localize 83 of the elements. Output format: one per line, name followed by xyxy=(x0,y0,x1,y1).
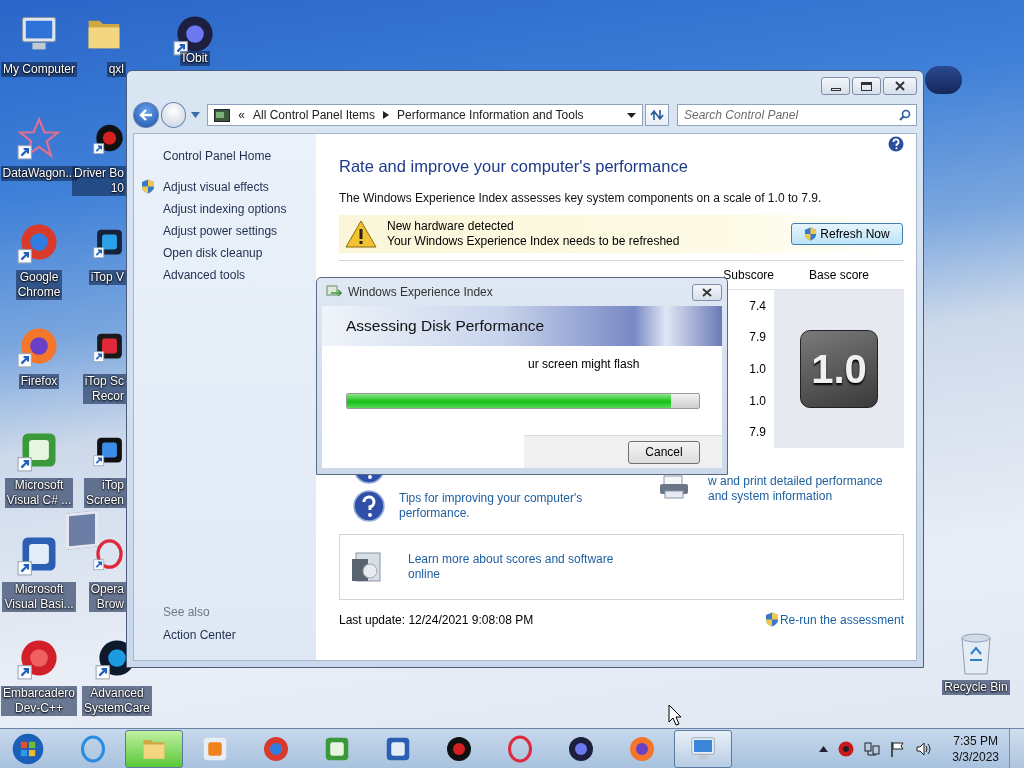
printer-icon xyxy=(658,474,690,500)
desktop-icon-label[interactable]: Advanced SystemCare xyxy=(82,686,152,716)
learn-more-link[interactable]: Learn more about scores and software online xyxy=(408,552,618,582)
desktop-icon-label[interactable]: Embarcadero Dev-C++ xyxy=(0,686,77,716)
maximize-button[interactable] xyxy=(852,77,881,95)
notice-message: Your Windows Experience Index needs to be refreshed xyxy=(387,234,681,249)
close-icon xyxy=(702,287,712,297)
column-header: Base score xyxy=(808,268,870,282)
search-field[interactable]: Search Control Panel xyxy=(677,104,917,126)
forward-button[interactable] xyxy=(160,102,187,128)
desktop-icon-label[interactable]: Opera Brow xyxy=(88,582,126,612)
desktop-icon-label[interactable]: IObit xyxy=(180,51,210,66)
desktop-icon-label[interactable]: Microsoft Visual Basi... xyxy=(2,582,76,612)
shield-icon xyxy=(764,612,779,627)
overflow-chevron[interactable]: « xyxy=(238,108,245,122)
refresh-now-button[interactable]: Refresh Now xyxy=(791,223,903,245)
desktop-icon-label[interactable]: Driver Bo 10 xyxy=(72,166,126,196)
back-button[interactable] xyxy=(133,102,159,128)
window-thumbnail xyxy=(66,510,98,550)
sidebar-link[interactable]: Adjust indexing options xyxy=(163,202,287,216)
desktop-icon-label[interactable]: Microsoft Visual C# ... xyxy=(4,478,74,508)
dropdown-icon[interactable] xyxy=(627,112,637,118)
desktop-icon-label[interactable]: Firefox xyxy=(18,374,60,389)
desktop-icon-label[interactable]: iTop V xyxy=(88,270,126,285)
flag-icon[interactable] xyxy=(890,740,907,757)
sidebar-link[interactable]: Open disk cleanup xyxy=(163,246,263,260)
clock[interactable]: 7:35 PM 3/3/2023 xyxy=(952,732,999,765)
mouse-pointer-icon xyxy=(668,704,682,726)
close-button[interactable] xyxy=(692,283,722,301)
browser-icon xyxy=(78,733,108,764)
subscore-value: 7.9 xyxy=(749,425,766,440)
warning-icon xyxy=(345,220,377,248)
subscore-value: 1.0 xyxy=(749,393,766,408)
breadcrumb-item[interactable]: All Control Panel Items xyxy=(253,108,376,122)
status-message: ur screen might flash xyxy=(527,357,641,371)
desktop-icon-label[interactable]: My Computer xyxy=(1,62,77,77)
background-window[interactable] xyxy=(925,66,962,94)
refresh-button[interactable] xyxy=(645,104,669,126)
notice-title: New hardware detected xyxy=(387,219,515,234)
sidebar-link[interactable]: Action Center xyxy=(163,628,316,642)
cancel-button[interactable]: Cancel xyxy=(628,440,700,464)
back-arrow-icon xyxy=(138,109,153,121)
minimize-button[interactable] xyxy=(821,77,850,95)
close-button[interactable] xyxy=(883,77,917,95)
sidebar-link[interactable]: Advanced tools xyxy=(163,268,246,282)
clock-time: 7:35 PM xyxy=(953,732,998,749)
description-text: The Windows Experience Index assesses key system components on a scale of 1.0 to 7.9. xyxy=(339,191,823,205)
sidebar-link[interactable]: Adjust visual effects xyxy=(163,179,269,194)
desktop-icon-label[interactable]: qxl xyxy=(106,62,126,77)
rerun-link[interactable]: Re-run the assessment xyxy=(779,612,904,627)
subscore-value: 7.4 xyxy=(749,298,766,313)
breadcrumb-arrow-icon[interactable] xyxy=(383,111,390,119)
address-bar[interactable]: « All Control Panel Items Performance Information and Tools xyxy=(207,104,644,126)
desktop-icon-label[interactable]: Recycle Bin xyxy=(942,680,1010,695)
subscore-value: 7.9 xyxy=(749,330,766,345)
dialog-heading: Assessing Disk Performance xyxy=(346,317,545,335)
network-icon[interactable] xyxy=(864,740,881,757)
print-details-link[interactable]: w and print detailed performance and system information xyxy=(708,474,904,504)
column-header: Subscore xyxy=(722,268,774,282)
page-title: Rate and improve your computer's performance xyxy=(339,157,689,176)
help-icon xyxy=(353,490,385,522)
show-hidden-icons-button[interactable] xyxy=(819,745,829,752)
speaker-icon[interactable] xyxy=(916,740,933,757)
desktop-icon-label[interactable]: iTop Screen xyxy=(83,478,126,508)
see-also-heading: See also xyxy=(163,605,211,619)
desktop-icon-label[interactable]: iTop Sc Recor xyxy=(82,374,126,404)
subscore-value: 1.0 xyxy=(749,362,766,376)
dialog-title: Windows Experience Index xyxy=(348,285,493,299)
base-score-badge: 1.0 xyxy=(800,330,878,408)
help-icon[interactable] xyxy=(888,136,904,152)
search-icon[interactable] xyxy=(899,109,911,121)
last-update-text: Last update: 12/24/2021 9:08:08 PM xyxy=(339,612,534,627)
sidebar-link[interactable]: Control Panel Home xyxy=(163,149,316,163)
refresh-icon xyxy=(650,109,665,121)
sidebar-link[interactable]: Adjust power settings xyxy=(163,224,278,238)
desktop-icon-label[interactable]: Google Chrome xyxy=(15,270,63,300)
control-panel-icon xyxy=(214,108,231,122)
tips-link[interactable]: Tips for improving your computer's performance. xyxy=(399,491,599,521)
close-icon xyxy=(895,81,905,91)
shield-icon xyxy=(804,227,818,241)
clock-date: 3/3/2023 xyxy=(952,748,999,765)
breadcrumb-item[interactable]: Performance Information and Tools xyxy=(397,108,584,122)
experience-index-icon xyxy=(326,285,342,299)
